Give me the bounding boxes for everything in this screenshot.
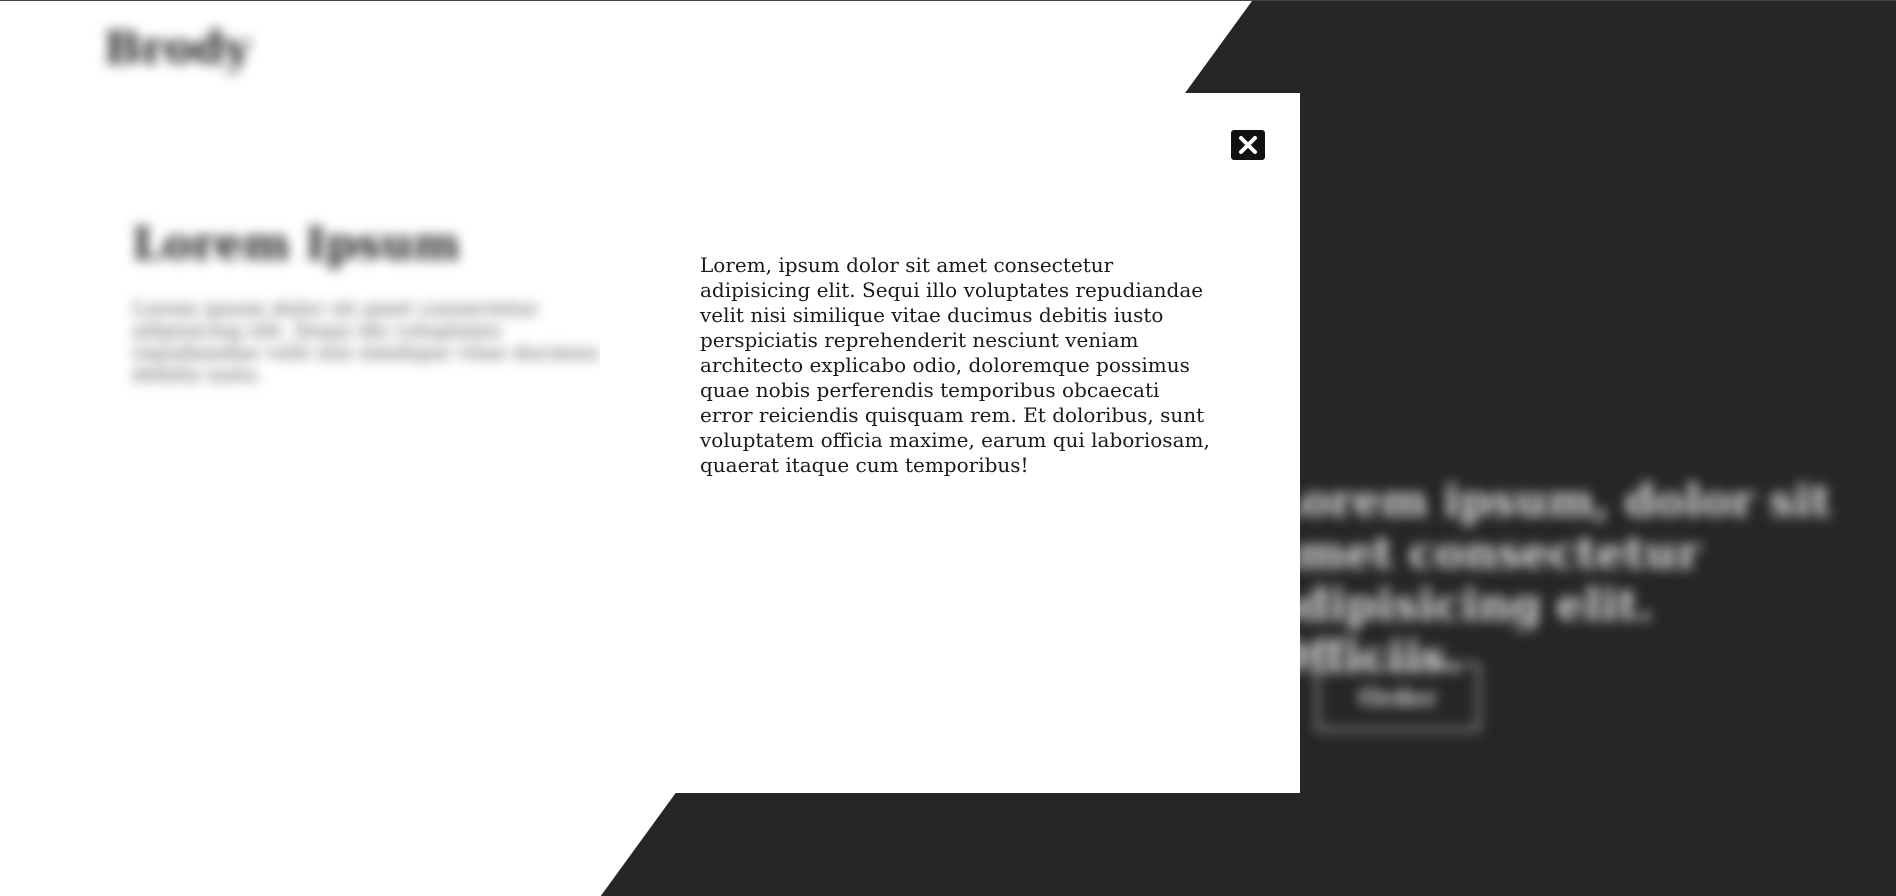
modal-dialog: Lorem, ipsum dolor sit amet consectetur … [600, 93, 1300, 793]
background-paragraph: Lorem ipsum dolor sit amet consectetur a… [132, 296, 599, 386]
background-logo: Brody [104, 23, 251, 74]
background-heading: Lorem Ipsum [132, 219, 461, 270]
page: Brody Lorem Ipsum Lorem ipsum dolor sit … [0, 0, 1896, 896]
close-button[interactable] [1231, 130, 1265, 160]
close-icon [1239, 136, 1257, 154]
background-order-button: Order [1316, 663, 1480, 731]
background-hero-text: Lorem ipsum, dolor sit amet consectetur … [1270, 476, 1832, 683]
modal-body-text: Lorem, ipsum dolor sit amet consectetur … [700, 253, 1210, 477]
